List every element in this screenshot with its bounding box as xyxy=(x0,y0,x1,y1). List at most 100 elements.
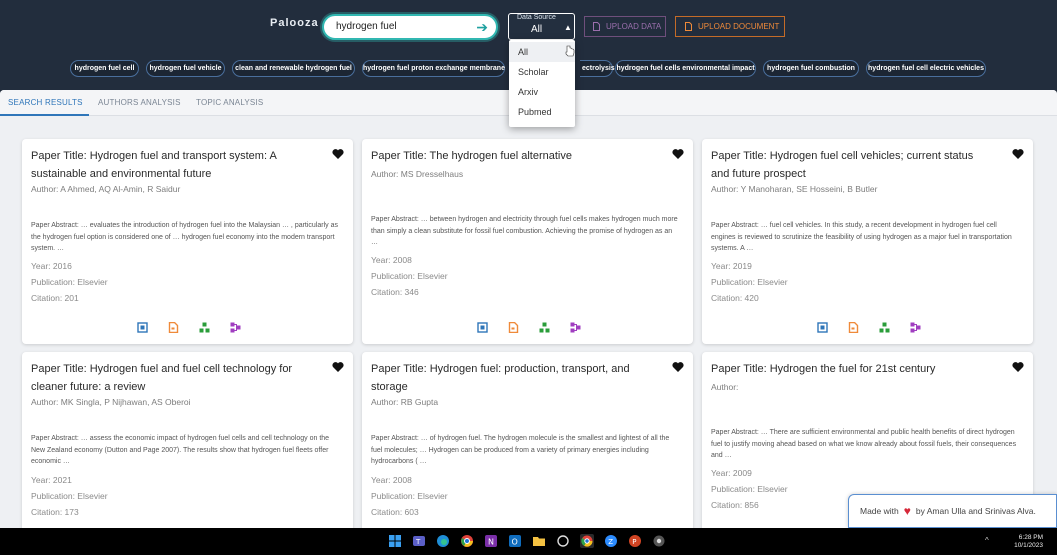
suggestion-chip[interactable]: hydrogen fuel cell xyxy=(70,60,139,77)
suggestion-chip[interactable]: hydrogen fuel cells environmental impact xyxy=(615,60,756,77)
outlook-icon[interactable]: O xyxy=(508,534,522,548)
paper-abstract: Paper Abstract: … fuel cell vehicles. In… xyxy=(711,222,1012,252)
paper-author: Author: Y Manoharan, SE Hosseini, B Butl… xyxy=(711,184,878,194)
chrome-icon[interactable] xyxy=(460,534,474,548)
paper-abstract: Paper Abstract: … of hydrogen fuel. The … xyxy=(371,435,670,465)
chevron-up-icon[interactable]: ^ xyxy=(985,536,989,545)
hierarchy-icon[interactable] xyxy=(879,322,890,333)
svg-text:N: N xyxy=(488,538,494,547)
powerpoint-icon[interactable]: P xyxy=(628,534,642,548)
paper-author: Author: MK Singla, P Nijhawan, AS Oberoi xyxy=(31,397,191,407)
svg-text:Z: Z xyxy=(608,538,613,546)
zoom-icon[interactable]: Z xyxy=(604,534,618,548)
paper-year: Year: 2021 xyxy=(31,475,72,485)
paper-title: Paper Title: The hydrogen fuel alternati… xyxy=(371,150,572,162)
document-icon[interactable] xyxy=(168,322,179,333)
paper-publication: Publication: Elsevier xyxy=(711,484,788,494)
graph-network-icon[interactable] xyxy=(570,322,581,333)
upload-data-button[interactable]: UPLOAD DATA xyxy=(584,16,666,37)
dropdown-option-arxiv[interactable]: Arxiv xyxy=(509,82,575,102)
suggestion-chip[interactable]: hydrogen fuel combustion xyxy=(763,60,859,77)
favorite-heart-icon[interactable] xyxy=(672,148,684,160)
paper-citation: Citation: 603 xyxy=(371,507,419,517)
graph-network-icon[interactable] xyxy=(230,322,241,333)
made-with-label: Made with xyxy=(860,506,899,516)
results-panel: SEARCH RESULTS AUTHORS ANALYSIS TOPIC AN… xyxy=(0,90,1057,528)
paper-publication: Publication: Elsevier xyxy=(31,277,108,287)
search-input-value[interactable]: hydrogen fuel xyxy=(336,21,397,32)
dropdown-option-pubmed[interactable]: Pubmed xyxy=(509,102,575,122)
folder-icon[interactable] xyxy=(532,534,546,548)
clock[interactable]: 6:28 PM 10/1/2023 xyxy=(1014,534,1043,550)
paper-abstract: Paper Abstract: … assess the economic im… xyxy=(31,435,330,465)
search-input[interactable]: hydrogen fuel ➔ xyxy=(322,14,498,40)
paper-title: Paper Title: Hydrogen fuel: production, … xyxy=(371,363,630,393)
document-icon[interactable] xyxy=(848,322,859,333)
search-submit-arrow-icon[interactable]: ➔ xyxy=(476,19,488,36)
tab-authors-analysis[interactable]: AUTHORS ANALYSIS xyxy=(98,98,181,107)
favorite-heart-icon[interactable] xyxy=(332,361,344,373)
upload-data-label: UPLOAD DATA xyxy=(606,22,662,31)
circle-app-icon[interactable] xyxy=(556,534,570,548)
os-taskbar: T N O Z P ^ 6:28 PM 10/1/2023 xyxy=(0,528,1057,555)
suggestion-chip[interactable]: hydrogen fuel vehicle xyxy=(146,60,225,77)
favorite-heart-icon[interactable] xyxy=(672,361,684,373)
paper-author: Author: RB Gupta xyxy=(371,397,439,407)
teams-icon[interactable]: T xyxy=(412,534,426,548)
paper-publication: Publication: Elsevier xyxy=(31,491,108,501)
favorite-heart-icon[interactable] xyxy=(1012,148,1024,160)
paper-publication: Publication: Elsevier xyxy=(371,491,448,501)
paper-citation: Citation: 420 xyxy=(711,293,759,303)
paper-card: Paper Title: The hydrogen fuel alternati… xyxy=(362,139,693,344)
data-source-value[interactable]: All xyxy=(531,24,542,35)
favorite-heart-icon[interactable] xyxy=(332,148,344,160)
caret-up-icon[interactable]: ▲ xyxy=(564,23,572,32)
onenote-icon[interactable]: N xyxy=(484,534,498,548)
paper-author: Author: MS Dresselhaus xyxy=(371,169,464,179)
suggestion-chip[interactable]: ectrolysis xyxy=(580,60,615,77)
svg-text:T: T xyxy=(415,538,421,546)
authors-credit: by Aman Ulla and Srinivas Alva. xyxy=(915,506,1036,516)
graph-network-icon[interactable] xyxy=(910,322,921,333)
file-icon xyxy=(685,22,692,31)
paper-citation: Citation: 346 xyxy=(371,287,419,297)
upload-document-label: UPLOAD DOCUMENT xyxy=(698,22,780,31)
data-source-label: Data Source xyxy=(517,14,556,21)
clock-date: 10/1/2023 xyxy=(1014,542,1043,549)
suggestion-chip[interactable]: clean and renewable hydrogen fuel xyxy=(232,60,355,77)
made-with-badge: Made with ♥ by Aman Ulla and Srinivas Al… xyxy=(848,494,1057,528)
paper-year: Year: 2008 xyxy=(371,255,412,265)
paper-year: Year: 2019 xyxy=(711,261,752,271)
card-actions xyxy=(817,322,922,334)
focus-icon[interactable] xyxy=(137,322,148,333)
focus-icon[interactable] xyxy=(477,322,488,333)
windows-start-icon[interactable] xyxy=(388,534,402,548)
clock-time: 6:28 PM xyxy=(1018,534,1043,541)
dropdown-option-scholar[interactable]: Scholar xyxy=(509,62,575,82)
document-icon[interactable] xyxy=(508,322,519,333)
paper-abstract: Paper Abstract: … between hydrogen and e… xyxy=(371,216,678,246)
tab-topic-analysis[interactable]: TOPIC ANALYSIS xyxy=(196,98,263,107)
svg-text:O: O xyxy=(512,538,518,547)
suggestion-chip[interactable]: hydrogen fuel cell electric vehicles xyxy=(866,60,986,77)
tab-search-results[interactable]: SEARCH RESULTS xyxy=(8,98,83,107)
edge-browser-icon[interactable] xyxy=(436,534,450,548)
suggestion-chip[interactable]: hydrogen fuel proton exchange membrane xyxy=(362,60,505,77)
favorite-heart-icon[interactable] xyxy=(1012,361,1024,373)
paper-title: Paper Title: Hydrogen fuel cell vehicles… xyxy=(711,150,974,180)
chrome-alt-icon[interactable] xyxy=(652,534,666,548)
paper-publication: Publication: Elsevier xyxy=(371,271,448,281)
hierarchy-icon[interactable] xyxy=(199,322,210,333)
paper-abstract: Paper Abstract: … evaluates the introduc… xyxy=(31,222,338,252)
paper-author: Author: xyxy=(711,382,739,392)
file-icon xyxy=(593,22,600,31)
focus-icon[interactable] xyxy=(817,322,828,333)
hierarchy-icon[interactable] xyxy=(539,322,550,333)
heart-icon: ♥ xyxy=(903,504,911,518)
chrome-active-icon[interactable] xyxy=(580,534,594,548)
upload-document-button[interactable]: UPLOAD DOCUMENT xyxy=(675,16,785,37)
paper-citation: Citation: 856 xyxy=(711,500,759,510)
paper-card: Paper Title: Hydrogen fuel and transport… xyxy=(22,139,353,344)
paper-abstract: Paper Abstract: … There are sufficient e… xyxy=(711,429,1017,459)
data-source-select[interactable]: Data Source All ▲ xyxy=(508,13,575,40)
